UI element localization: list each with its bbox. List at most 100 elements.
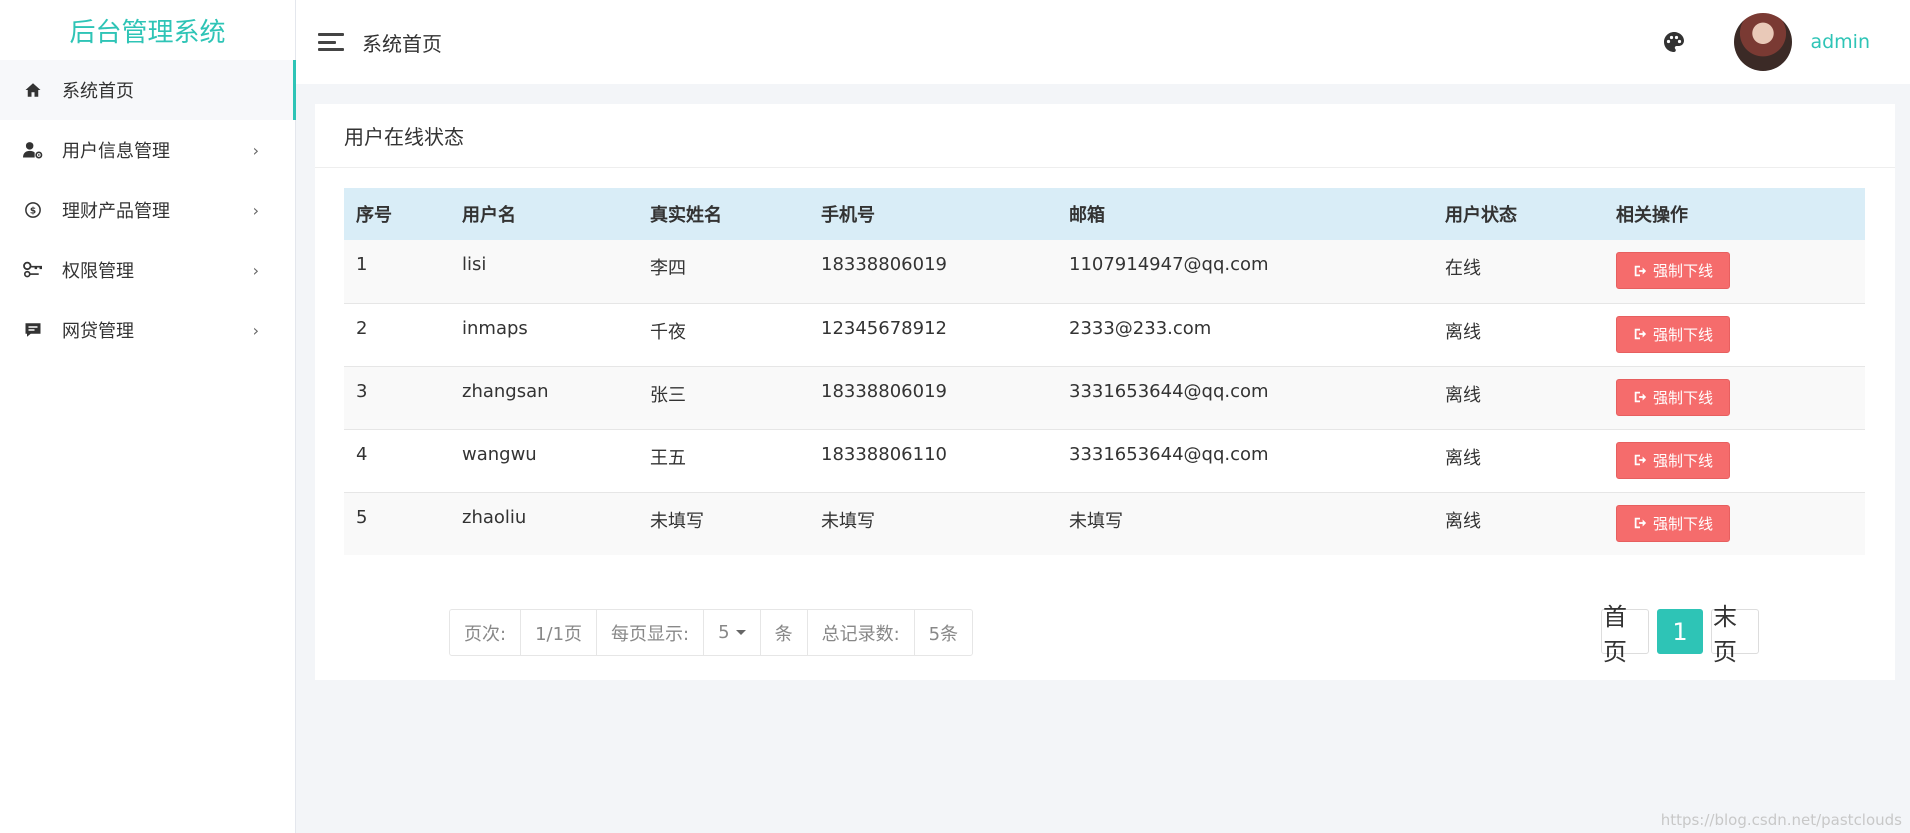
message-icon [22,319,44,341]
sidebar-item-finance[interactable]: $ 理财产品管理 › [0,180,295,240]
pagination-info: 页次: 1/1页 每页显示: 5 条 总记录数: 5条 [449,609,974,656]
cell-no: 1 [356,254,368,275]
avatar[interactable] [1734,13,1793,71]
force-offline-button[interactable]: 强制下线 [1616,378,1731,416]
force-offline-button[interactable]: 强制下线 [1616,441,1731,479]
cell-username: zhaoliu [462,506,527,528]
total-label: 总记录数: [808,610,915,655]
table-header-row: 序号 用户名 真实姓名 手机号 邮箱 用户状态 相关操作 [344,188,1865,240]
cell-action: 强制下线 [1604,492,1865,555]
cell-status: 离线 [1445,447,1481,469]
current-page-button[interactable]: 1 [1657,609,1703,654]
table-row: 2 inmaps 千夜 12345678912 2333@233.com 离线 … [344,303,1865,366]
top-header: 系统首页 admin [296,0,1910,84]
cell-no: 4 [356,443,368,465]
sidebar: 后台管理系统 系统首页 用户信息管理 › $ 理财产品管理 › 权限管理 › 网… [0,0,296,833]
cell-phone: 18338806019 [821,254,947,275]
pager: 首页 1 末页 [1601,603,1759,666]
card-title: 用户在线状态 [315,104,1895,168]
cell-email: 3331653644@qq.com [1069,380,1269,402]
sidebar-item-home[interactable]: 系统首页 [0,60,296,120]
sidebar-menu: 系统首页 用户信息管理 › $ 理财产品管理 › 权限管理 › 网贷管理 › [0,60,296,360]
theme-palette-icon[interactable] [1662,30,1686,54]
total-value: 5条 [928,623,959,645]
chevron-right-icon: › [252,200,259,220]
cell-realname: 千夜 [650,321,686,343]
chevron-right-icon: › [252,320,259,340]
cell-no: 5 [356,506,368,528]
user-settings-icon [22,139,44,161]
cell-status: 离线 [1445,510,1481,532]
sign-out-icon [1634,328,1647,340]
cell-action: 强制下线 [1604,429,1865,492]
last-page-button[interactable]: 末页 [1711,603,1759,666]
cell-phone: 12345678912 [821,317,947,339]
per-page-unit: 条 [761,610,808,655]
sidebar-item-label: 系统首页 [62,81,134,102]
first-page-button[interactable]: 首页 [1601,603,1649,666]
cell-status: 离线 [1445,384,1481,406]
home-icon [22,79,44,101]
table-row: 5 zhaoliu 未填写 未填写 未填写 离线 强制下线 [344,492,1865,555]
cell-no: 3 [356,380,368,402]
sign-out-icon [1634,391,1647,403]
column-header: 真实姓名 [650,205,722,226]
cell-email: 1107914947@qq.com [1069,254,1269,275]
username-link[interactable]: admin [1810,31,1870,53]
caret-down-icon [735,630,746,635]
sidebar-item-label: 理财产品管理 [62,201,170,222]
cell-action: 强制下线 [1604,240,1865,303]
cell-realname: 王五 [650,447,686,469]
watermark: https://blog.csdn.net/pastclouds [1660,811,1902,829]
breadcrumb: 系统首页 [362,31,442,56]
per-page-value: 5 [718,622,730,643]
cell-no: 2 [356,317,368,339]
cell-email: 3331653644@qq.com [1069,443,1269,465]
cell-realname: 未填写 [650,510,704,532]
page-label: 页次: [450,610,522,655]
cell-phone: 18338806019 [821,380,947,402]
table-row: 3 zhangsan 张三 18338806019 3331653644@qq.… [344,366,1865,429]
user-status-table: 序号 用户名 真实姓名 手机号 邮箱 用户状态 相关操作 1 lisi 李四 1… [344,188,1865,555]
cell-phone: 18338806110 [821,443,947,465]
chevron-right-icon: › [252,140,259,160]
button-label: 强制下线 [1653,388,1714,407]
table-row: 1 lisi 李四 18338806019 1107914947@qq.com … [344,240,1865,303]
sidebar-item-label: 网贷管理 [62,321,134,342]
column-header: 手机号 [821,205,875,226]
force-offline-button[interactable]: 强制下线 [1616,504,1731,542]
cell-action: 强制下线 [1604,303,1865,366]
button-label: 强制下线 [1653,325,1714,344]
sign-out-icon [1634,517,1647,529]
cell-username: zhangsan [462,380,549,402]
button-label: 强制下线 [1653,514,1714,533]
menu-toggle-icon[interactable] [318,31,344,53]
sidebar-item-p2p-loan[interactable]: 网贷管理 › [0,300,295,360]
cell-action: 强制下线 [1604,366,1865,429]
sidebar-item-permissions[interactable]: 权限管理 › [0,240,295,300]
cell-status: 在线 [1445,258,1481,279]
cell-status: 离线 [1445,321,1481,343]
cell-email: 未填写 [1069,510,1123,532]
per-page-label: 每页显示: [597,610,705,655]
cell-realname: 李四 [650,258,686,279]
table-row: 4 wangwu 王五 18338806110 3331653644@qq.co… [344,429,1865,492]
force-offline-button[interactable]: 强制下线 [1616,315,1731,353]
svg-text:$: $ [30,206,36,216]
column-header: 用户状态 [1445,205,1517,226]
cell-realname: 张三 [650,384,686,406]
user-online-card: 用户在线状态 序号 用户名 真实姓名 手机号 邮箱 用户状态 相关操作 1 li… [315,104,1895,680]
sign-out-icon [1634,454,1647,466]
sidebar-item-user-info[interactable]: 用户信息管理 › [0,120,295,180]
column-header: 邮箱 [1069,205,1105,226]
button-label: 强制下线 [1653,451,1714,470]
key-icon [22,259,44,281]
app-logo-title[interactable]: 后台管理系统 [0,0,295,60]
column-header: 相关操作 [1616,205,1688,226]
cell-username: wangwu [462,443,537,465]
sidebar-item-label: 权限管理 [62,261,134,282]
force-offline-button[interactable]: 强制下线 [1616,252,1731,289]
column-header: 序号 [356,205,392,226]
cell-email: 2333@233.com [1069,317,1212,339]
per-page-select[interactable]: 5 [704,610,761,655]
